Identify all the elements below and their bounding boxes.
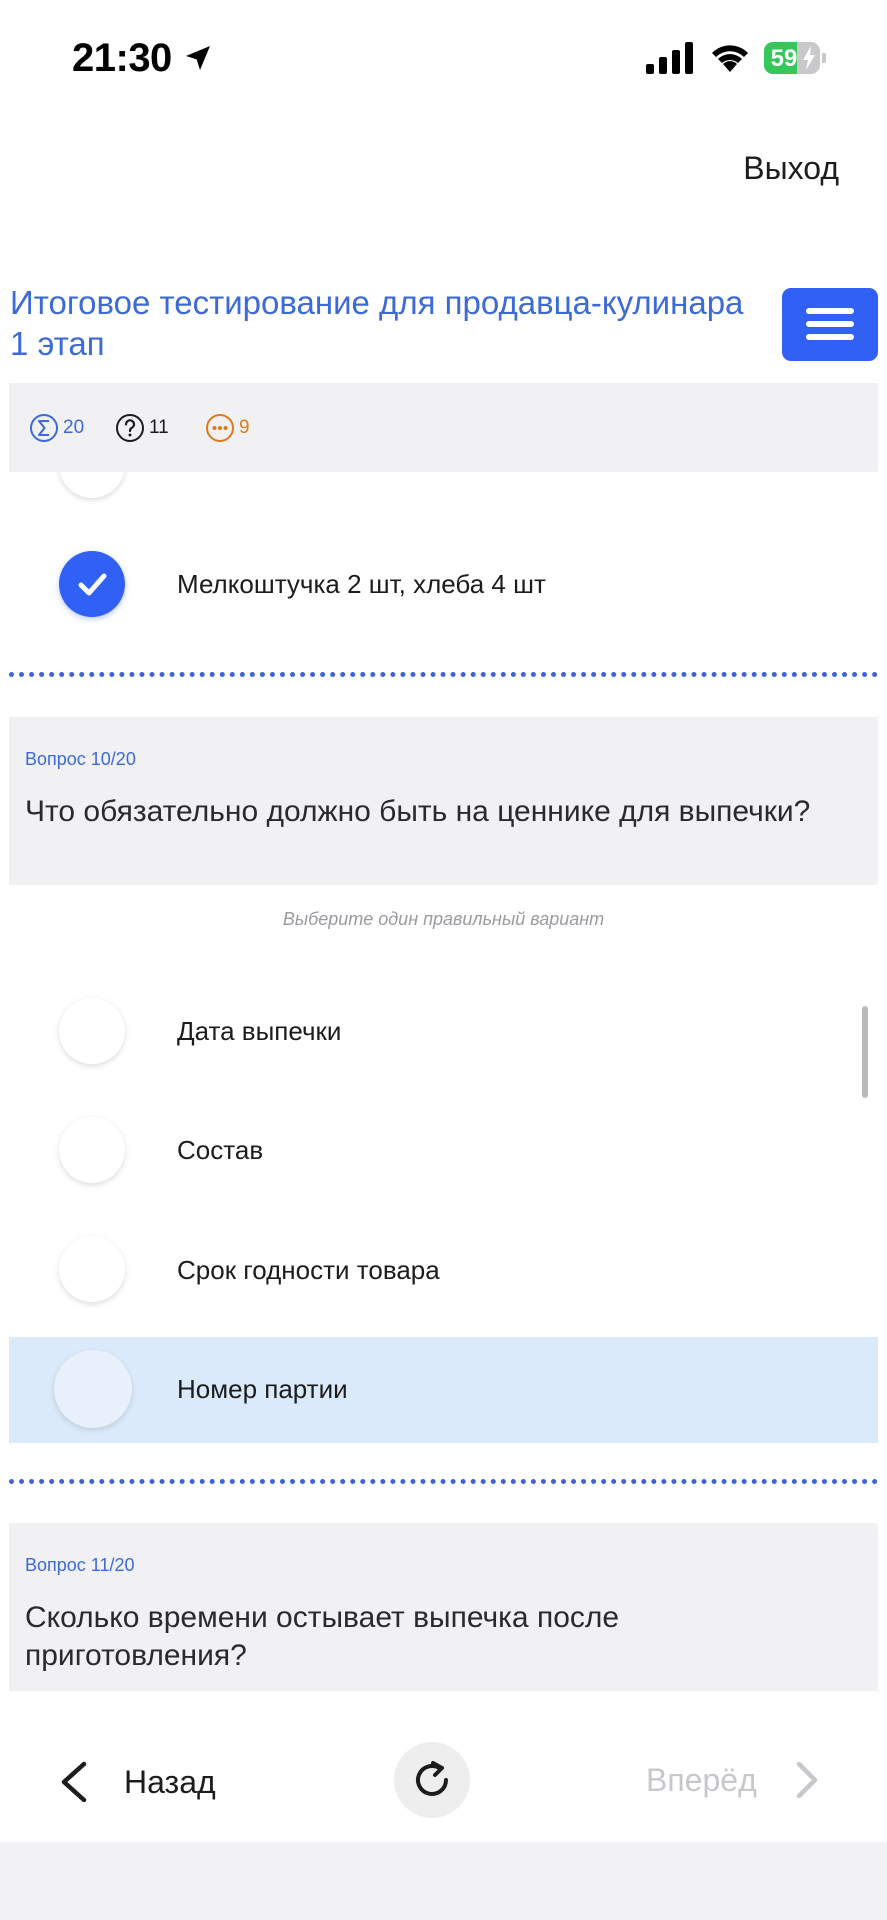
- reload-button[interactable]: [394, 1742, 470, 1818]
- location-arrow-icon: [186, 46, 210, 70]
- stat-unanswered[interactable]: 11: [115, 413, 169, 443]
- battery-indicator: 59: [764, 42, 826, 74]
- forward-button[interactable]: Вперёд: [646, 1760, 821, 1800]
- cellular-signal-icon: [646, 42, 693, 74]
- option-label[interactable]: Дата выпечки: [177, 1016, 341, 1047]
- back-button[interactable]: Назад: [56, 1760, 216, 1804]
- stats-bar: 20 11 9: [9, 383, 878, 472]
- question-divider: [9, 672, 878, 677]
- question-number: Вопрос 10/20: [25, 749, 136, 769]
- status-time: 21:30: [72, 36, 172, 80]
- exit-button[interactable]: Выход: [743, 150, 839, 187]
- question-text: Сколько времени остывает выпечка после п…: [25, 1601, 620, 1672]
- forward-label: Вперёд: [646, 1761, 757, 1798]
- ellipsis-circle-icon: [206, 414, 234, 442]
- question-mark-icon: [116, 414, 144, 442]
- stat-total[interactable]: 20: [29, 413, 84, 443]
- answer-hint: Выберите один правильный вариант: [282, 909, 605, 929]
- question-divider: [9, 1479, 878, 1484]
- stat-skipped-value: 9: [239, 417, 250, 438]
- chevron-left-icon: [61, 1761, 87, 1803]
- scrollbar[interactable]: [862, 1006, 868, 1098]
- wifi-icon: [712, 45, 748, 72]
- status-bar: 21:30 59: [0, 0, 887, 118]
- stat-total-value: 20: [63, 417, 85, 438]
- chevron-right-icon: [796, 1761, 817, 1799]
- previous-option-label[interactable]: Мелкоштучка 2 шт, хлеба 4 шт: [177, 569, 546, 600]
- question-text: Что обязательно должно быть на ценнике д…: [25, 795, 811, 828]
- option-radio[interactable]: [59, 998, 125, 1064]
- back-label: Назад: [124, 1763, 216, 1800]
- bottom-navigation: Назад Вперёд: [0, 1700, 887, 1842]
- test-title: Итоговое тестирование для продавца-кулин…: [10, 284, 744, 362]
- menu-button[interactable]: [782, 288, 878, 361]
- option-row-highlighted[interactable]: [9, 1337, 878, 1443]
- stat-skipped[interactable]: 9: [205, 413, 250, 443]
- option-label[interactable]: Состав: [177, 1135, 263, 1166]
- option-radio[interactable]: [59, 1236, 125, 1302]
- battery-level: 59: [770, 45, 798, 72]
- question-number: Вопрос 11/20: [25, 1555, 135, 1575]
- stat-unanswered-value: 11: [149, 417, 169, 438]
- charging-bolt-icon: [803, 46, 815, 70]
- reload-icon: [416, 1761, 448, 1796]
- sigma-icon: [30, 414, 58, 442]
- option-label[interactable]: Номер партии: [177, 1374, 348, 1405]
- previous-option-radio-checked[interactable]: [59, 551, 125, 617]
- question-card: Вопрос 10/20 Что обязательно должно быть…: [9, 717, 878, 885]
- option-label[interactable]: Срок годности товара: [177, 1255, 440, 1286]
- checkmark-icon: [78, 573, 107, 596]
- option-radio[interactable]: [54, 1350, 132, 1428]
- option-radio[interactable]: [59, 1117, 125, 1183]
- home-indicator-area: [0, 1842, 887, 1920]
- question-card: Вопрос 11/20 Сколько времени остывает вы…: [9, 1523, 878, 1691]
